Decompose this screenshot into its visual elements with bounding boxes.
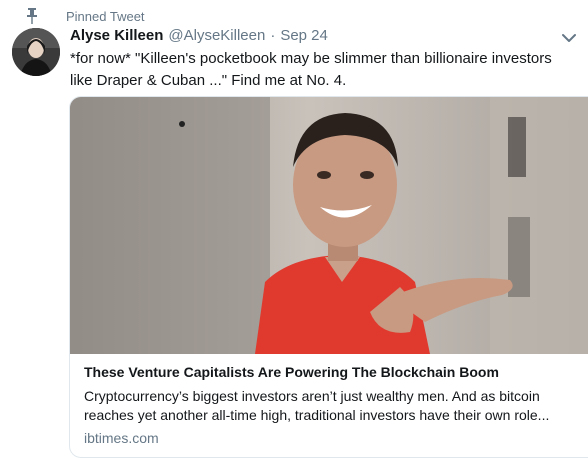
pinned-tweet-indicator: Pinned Tweet — [27, 7, 145, 25]
tweet-date[interactable]: Sep 24 — [280, 27, 328, 44]
tweet-header: Alyse Killeen @AlyseKilleen · Sep 24 — [70, 27, 548, 47]
pin-icon — [27, 8, 37, 24]
user-handle[interactable]: @AlyseKilleen — [168, 27, 265, 44]
card-description: Cryptocurrency’s biggest investors aren’… — [84, 388, 550, 423]
card-domain[interactable]: ibtimes.com — [84, 430, 588, 446]
link-card[interactable]: These Venture Capitalists Are Powering T… — [69, 96, 588, 458]
separator-dot: · — [270, 27, 276, 44]
card-title[interactable]: These Venture Capitalists Are Powering T… — [84, 363, 588, 381]
chevron-down-icon[interactable] — [562, 33, 576, 43]
tweet-text: *for now* "Killeen's pocketbook may be s… — [70, 50, 552, 89]
avatar[interactable] — [12, 28, 60, 76]
display-name[interactable]: Alyse Killeen — [70, 27, 163, 44]
card-image[interactable] — [70, 97, 588, 354]
pinned-label: Pinned Tweet — [66, 8, 145, 24]
card-body[interactable]: These Venture Capitalists Are Powering T… — [70, 354, 588, 446]
